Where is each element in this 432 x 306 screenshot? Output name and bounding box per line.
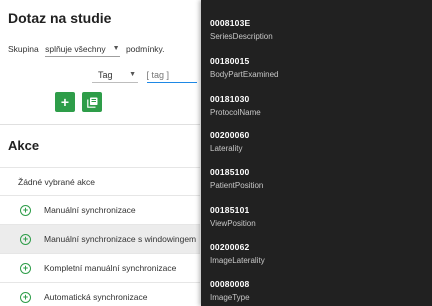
tag-suggestion-dropdown[interactable]: 0008103E SeriesDescription 00180015 Body… (201, 0, 432, 306)
action-item-full-manual-sync[interactable]: + Kompletní manuální synchronizace (0, 254, 200, 283)
tag-name: ImageType (210, 293, 250, 302)
tag-name: BodyPartExamined (210, 70, 279, 79)
action-item-manual-sync-windowing[interactable]: + Manuální synchronizace s windowingem (0, 225, 200, 254)
tag-code: 00080008 (210, 279, 250, 289)
group-label: Skupina (8, 44, 39, 54)
tag-code: 0008103E (210, 18, 251, 28)
action-label: Manuální synchronizace s windowingem (44, 234, 197, 244)
dropdown-option[interactable]: 00180015 BodyPartExamined (210, 56, 278, 79)
study-query-panel: Dotaz na studie Skupina splňuje všechny … (0, 0, 211, 306)
tag-code: 00200060 (210, 130, 250, 140)
actions-list: Žádné vybrané akce + Manuální synchroniz… (0, 167, 200, 306)
action-label: Automatická synchronizace (44, 292, 148, 302)
dropdown-option[interactable]: 00200062 ImageLaterality (210, 242, 265, 265)
dropdown-option[interactable]: 00080008 ImageType (210, 279, 250, 302)
dropdown-option[interactable]: 00181030 ProtocolName (210, 94, 261, 117)
tag-name: ProtocolName (210, 108, 261, 117)
tag-name: ImageLaterality (210, 256, 265, 265)
add-circle-icon[interactable]: + (20, 233, 31, 245)
add-condition-button[interactable]: + (55, 92, 75, 112)
group-condition-row: Skupina splňuje všechny ▼ podmínky. (8, 44, 165, 57)
duplicate-condition-button[interactable] (82, 92, 102, 112)
plus-icon: + (60, 94, 70, 110)
tag-name: SeriesDescription (210, 32, 273, 41)
chevron-down-icon: ▼ (112, 45, 120, 52)
tag-condition-row: Tag ▼ [ tag ] ▼ (92, 70, 211, 83)
group-select-value: splňuje všechny (45, 44, 106, 54)
tag-type-select[interactable]: Tag ▼ (92, 70, 138, 83)
chevron-down-icon: ▼ (129, 71, 136, 78)
add-circle-icon[interactable]: + (20, 291, 31, 303)
tag-type-value: Tag (98, 70, 113, 80)
add-circle-icon[interactable]: + (20, 204, 31, 216)
dropdown-option[interactable]: 00185100 PatientPosition (210, 167, 263, 190)
section-divider (0, 124, 200, 125)
action-label: Manuální synchronizace (44, 205, 136, 215)
tag-input[interactable]: [ tag ] ▼ (146, 70, 211, 83)
tag-code: 00180015 (210, 56, 250, 66)
tag-name: ViewPosition (210, 219, 256, 228)
action-item-manual-sync[interactable]: + Manuální synchronizace (0, 196, 200, 225)
action-item-auto-sync[interactable]: + Automatická synchronizace (0, 283, 200, 306)
group-select[interactable]: splňuje všechny ▼ (45, 44, 120, 57)
actions-empty-label: Žádné vybrané akce (18, 176, 96, 187)
dropdown-option[interactable]: 0008103E SeriesDescription (210, 18, 273, 41)
group-tail-label: podmínky. (125, 44, 165, 54)
tag-name: PatientPosition (210, 181, 264, 190)
dropdown-option[interactable]: 00200060 Laterality (210, 130, 249, 153)
tag-name: Laterality (210, 144, 243, 153)
tag-code: 00181030 (210, 94, 250, 104)
page-title: Dotaz na studie (8, 10, 112, 26)
tag-code: 00185101 (210, 205, 250, 215)
actions-title: Akce (8, 138, 40, 153)
dropdown-option[interactable]: 00185101 ViewPosition (210, 205, 256, 228)
tag-code: 00200062 (210, 242, 250, 252)
actions-empty-row: Žádné vybrané akce (0, 167, 200, 196)
tag-input-placeholder: [ tag ] (146, 70, 170, 80)
action-label: Kompletní manuální synchronizace (44, 263, 177, 273)
copy-icon (86, 97, 97, 108)
tag-code: 00185100 (210, 167, 250, 177)
add-circle-icon[interactable]: + (20, 262, 31, 274)
